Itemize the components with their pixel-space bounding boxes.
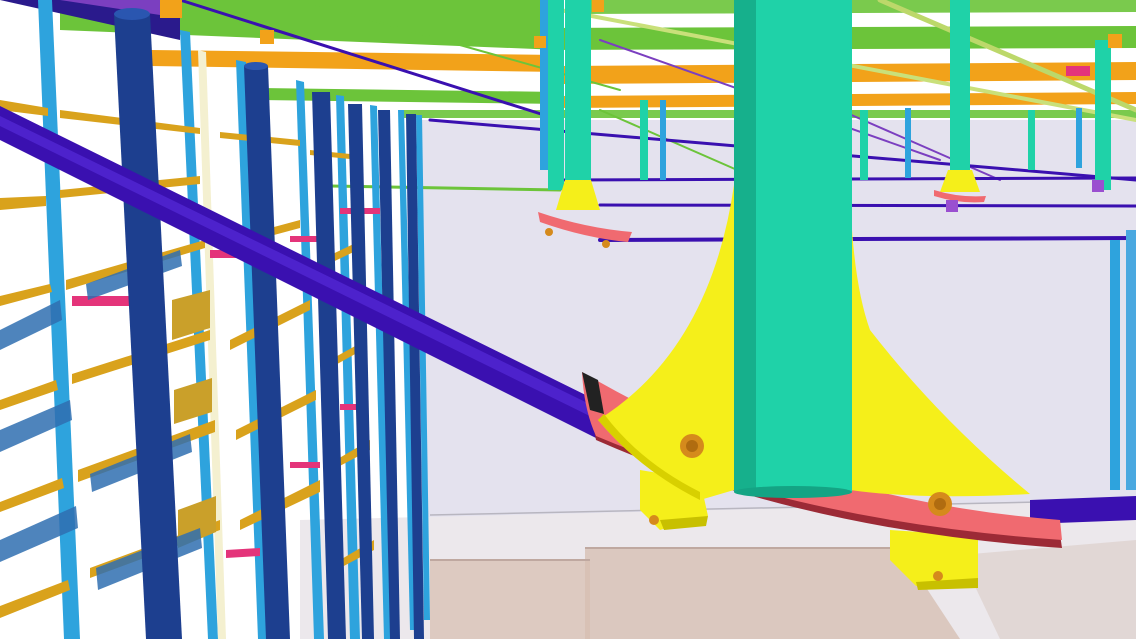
- structure-render: [0, 0, 1136, 639]
- steel-model-viewport[interactable]: [0, 0, 1136, 639]
